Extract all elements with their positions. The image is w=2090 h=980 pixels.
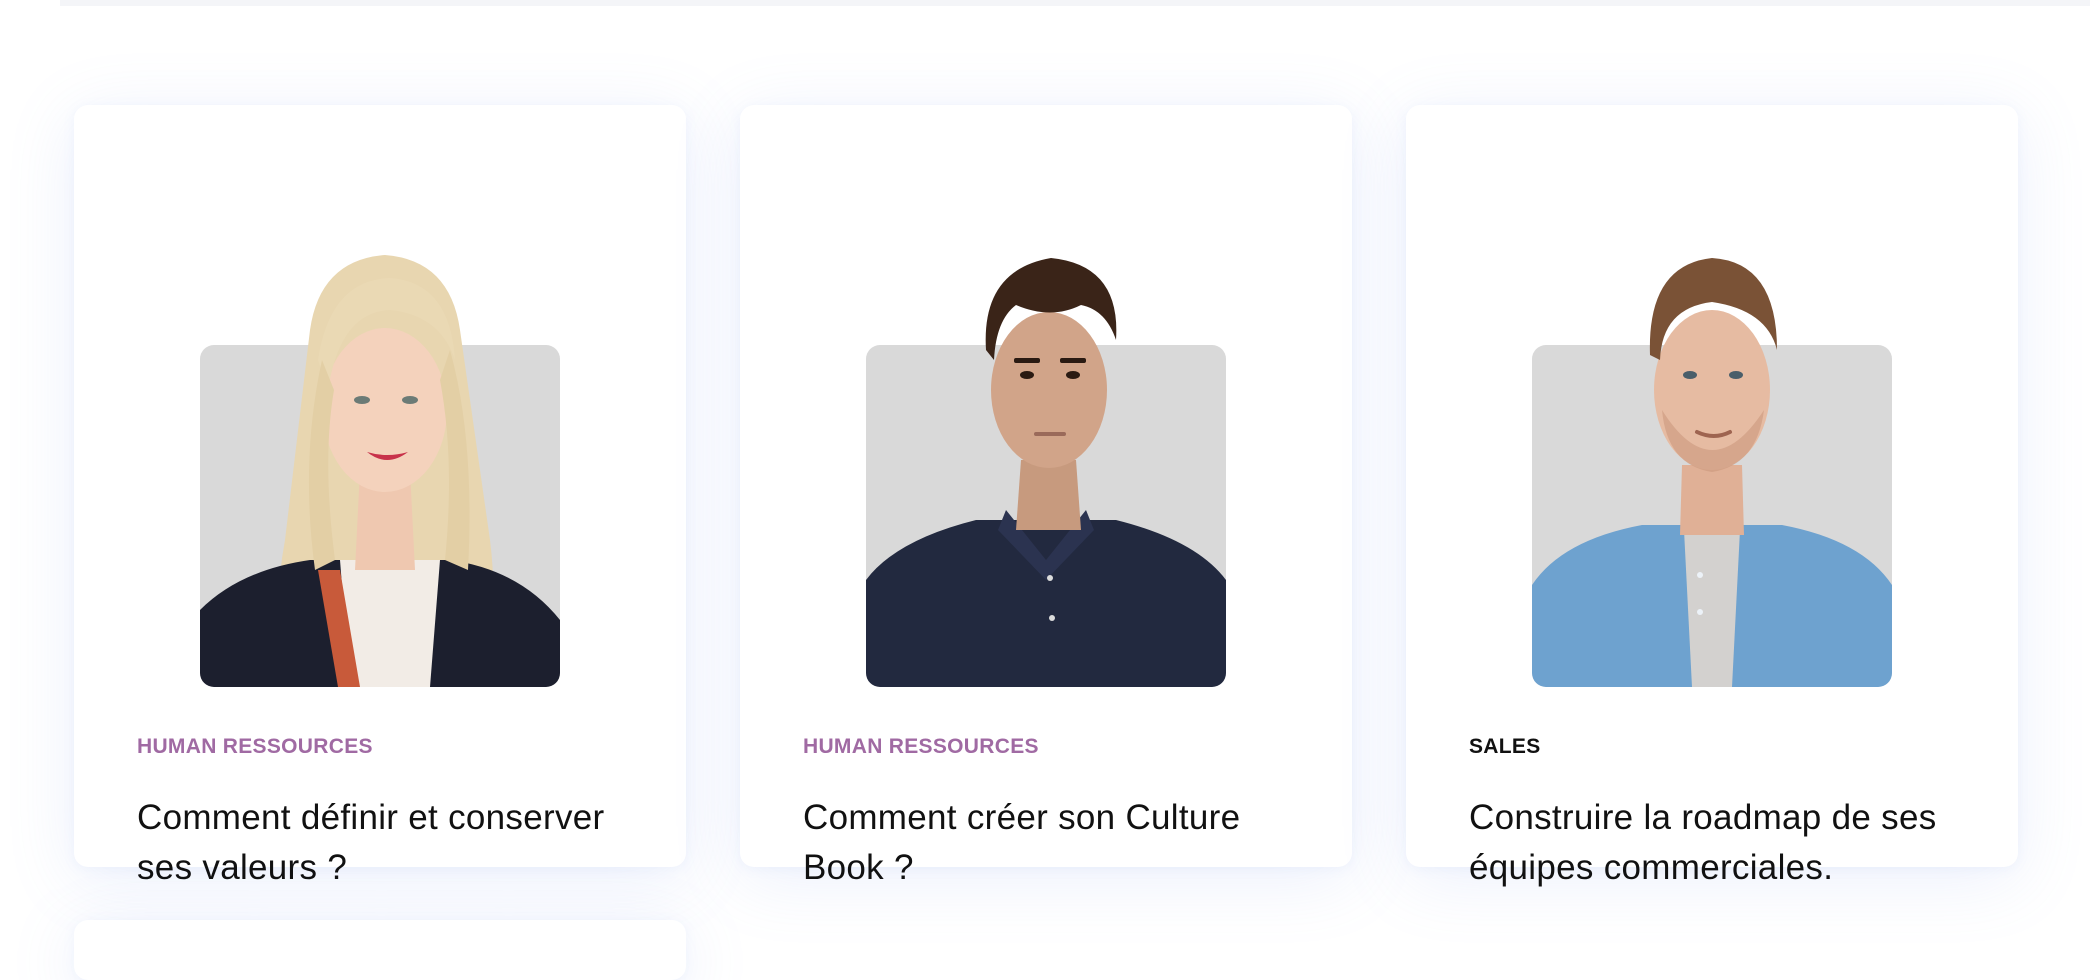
article-card-1[interactable]: HUMAN RESSOURCES Comment définir et cons…: [74, 105, 686, 887]
article-title[interactable]: Comment définir et conserver ses valeurs…: [137, 793, 637, 893]
portrait-man-dark-hair: [866, 258, 1226, 687]
portrait-woman-blonde: [200, 255, 560, 687]
article-card-3[interactable]: SALES Construire la roadmap de ses équip…: [1406, 105, 2018, 887]
article-card-2[interactable]: HUMAN RESSOURCES Comment créer son Cultu…: [740, 105, 1352, 887]
portrait-man-denim-shirt: [1532, 258, 1892, 687]
article-category: SALES: [1469, 735, 1541, 758]
author-photo: [200, 240, 560, 687]
author-photo: [866, 240, 1226, 687]
article-title[interactable]: Construire la roadmap de ses équipes com…: [1469, 793, 1969, 893]
article-title[interactable]: Comment créer son Culture Book ?: [803, 793, 1303, 893]
author-photo: [1532, 240, 1892, 687]
article-category: HUMAN RESSOURCES: [137, 735, 373, 758]
article-category: HUMAN RESSOURCES: [803, 735, 1039, 758]
top-divider: [60, 0, 2090, 6]
article-card-4-partial[interactable]: [74, 920, 686, 980]
